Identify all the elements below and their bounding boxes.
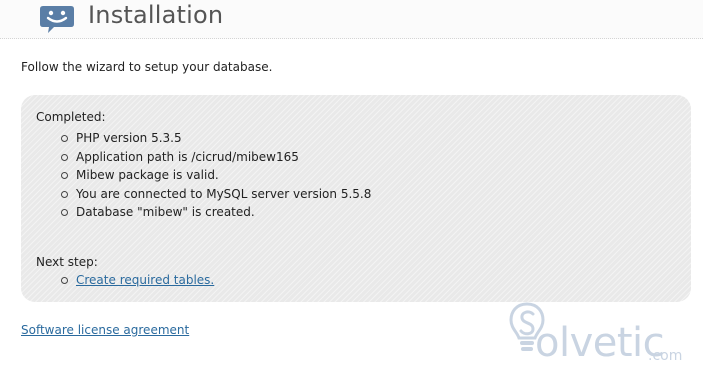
watermark-logo: olvetic .com [505,298,695,372]
bullet-icon [61,153,68,161]
completed-label: Completed: [36,110,106,124]
intro-text: Follow the wizard to setup your database… [21,60,273,74]
watermark-suffix: .com [648,348,683,364]
list-item: Application path is /cicrud/mibew165 [61,148,371,167]
bullet-icon [61,135,68,142]
completed-item-mysql-version: You are connected to MySQL server versio… [76,186,372,201]
list-item: PHP version 5.3.5 [61,129,371,148]
smiley-speech-bubble-icon [40,6,74,33]
completed-item-package-valid: Mibew package is valid. [76,168,219,182]
next-step-list: Create required tables. [61,271,214,290]
list-item: Create required tables. [61,271,214,290]
page-title: Installation [88,1,224,29]
license-agreement-link[interactable]: Software license agreement [21,323,189,337]
list-item: Database "mibew" is created. [61,203,371,222]
bullet-icon [61,190,68,198]
completed-item-database-created: Database "mibew" is created. [76,205,255,219]
completed-item-app-path: Application path is /cicrud/mibew165 [76,149,299,164]
bullet-icon [61,172,68,179]
bullet-icon [61,209,68,216]
completed-item-php-version: PHP version 5.3.5 [76,131,182,145]
completed-list: PHP version 5.3.5 Application path is /c… [61,129,371,222]
next-step-label: Next step: [36,255,98,269]
bullet-icon [61,277,68,284]
create-tables-link[interactable]: Create required tables. [76,273,214,287]
page-header: Installation [0,0,703,39]
status-panel: Completed: PHP version 5.3.5 Application… [21,95,691,302]
list-item: You are connected to MySQL server versio… [61,185,371,204]
list-item: Mibew package is valid. [61,166,371,185]
watermark-brand: olvetic [535,320,665,366]
